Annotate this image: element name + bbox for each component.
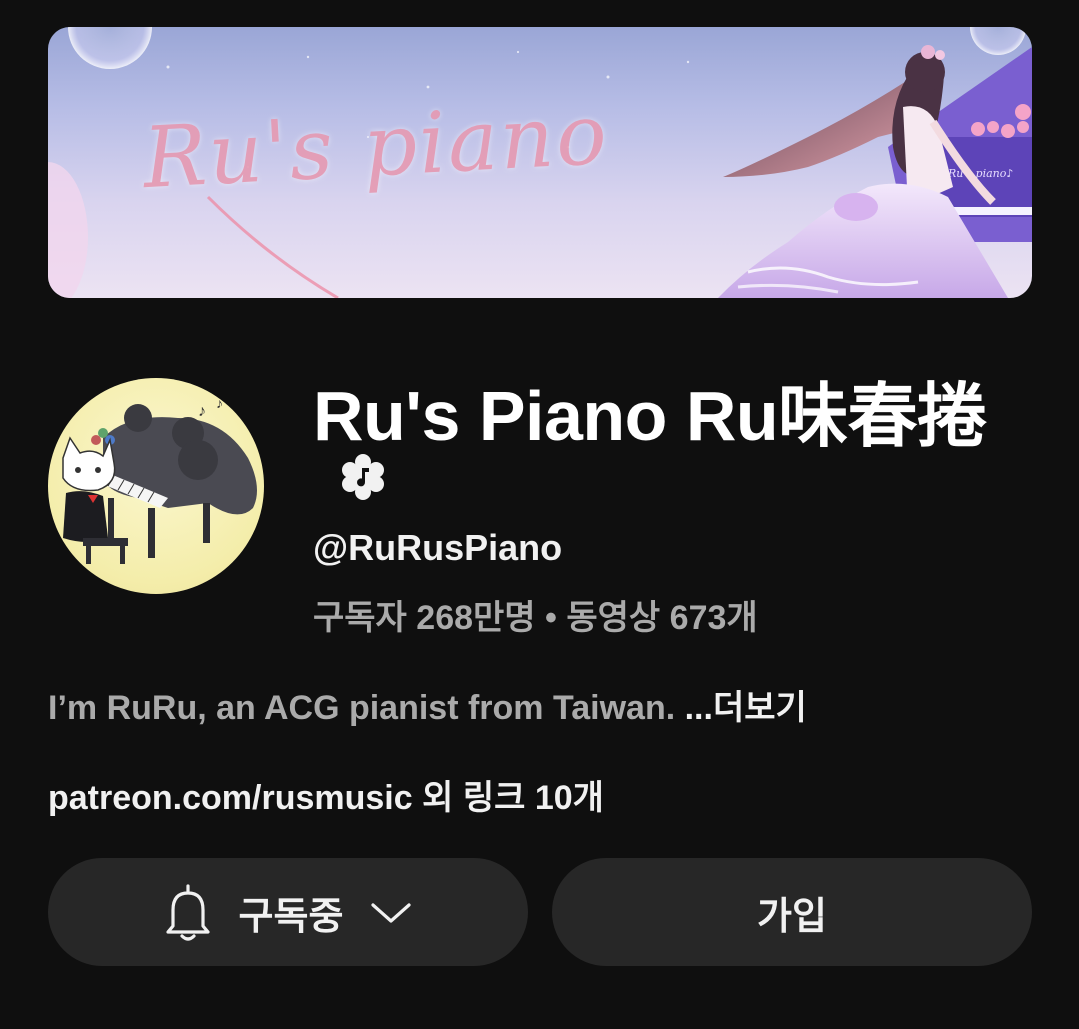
subscribed-label: 구독중 xyxy=(238,895,344,938)
more-link[interactable]: ...더보기 xyxy=(685,689,807,727)
join-button[interactable]: 가입 xyxy=(552,858,1032,966)
channel-avatar[interactable]: ♪ ♪ xyxy=(48,378,264,594)
description-text: I’m RuRu, an ACG pianist from Taiwan. xyxy=(48,689,685,727)
bell-icon xyxy=(165,884,210,941)
cat-pianist-avatar-image: ♪ ♪ xyxy=(62,395,257,564)
channel-name: Ru's Piano Ru味春捲 xyxy=(313,377,987,455)
svg-text:♪: ♪ xyxy=(198,403,206,420)
svg-text:Ru's piano♪: Ru's piano♪ xyxy=(947,167,1013,180)
chevron-down-icon xyxy=(371,903,412,923)
channel-links[interactable]: patreon.com/rusmusic 외 링크 10개 xyxy=(48,770,604,819)
channel-handle: @RuRusPiano xyxy=(313,527,563,568)
channel-stats: 구독자 268만명 • 동영상 673개 xyxy=(313,599,758,637)
music-note-badge-icon xyxy=(342,454,384,500)
svg-text:♪: ♪ xyxy=(216,395,223,411)
channel-description[interactable]: I’m RuRu, an ACG pianist from Taiwan. ..… xyxy=(48,680,807,729)
subscribed-button[interactable]: 구독중 xyxy=(48,858,528,966)
channel-banner: Ru's piano♪ Ru's piano xyxy=(48,27,1032,298)
join-label: 가입 xyxy=(757,895,827,938)
